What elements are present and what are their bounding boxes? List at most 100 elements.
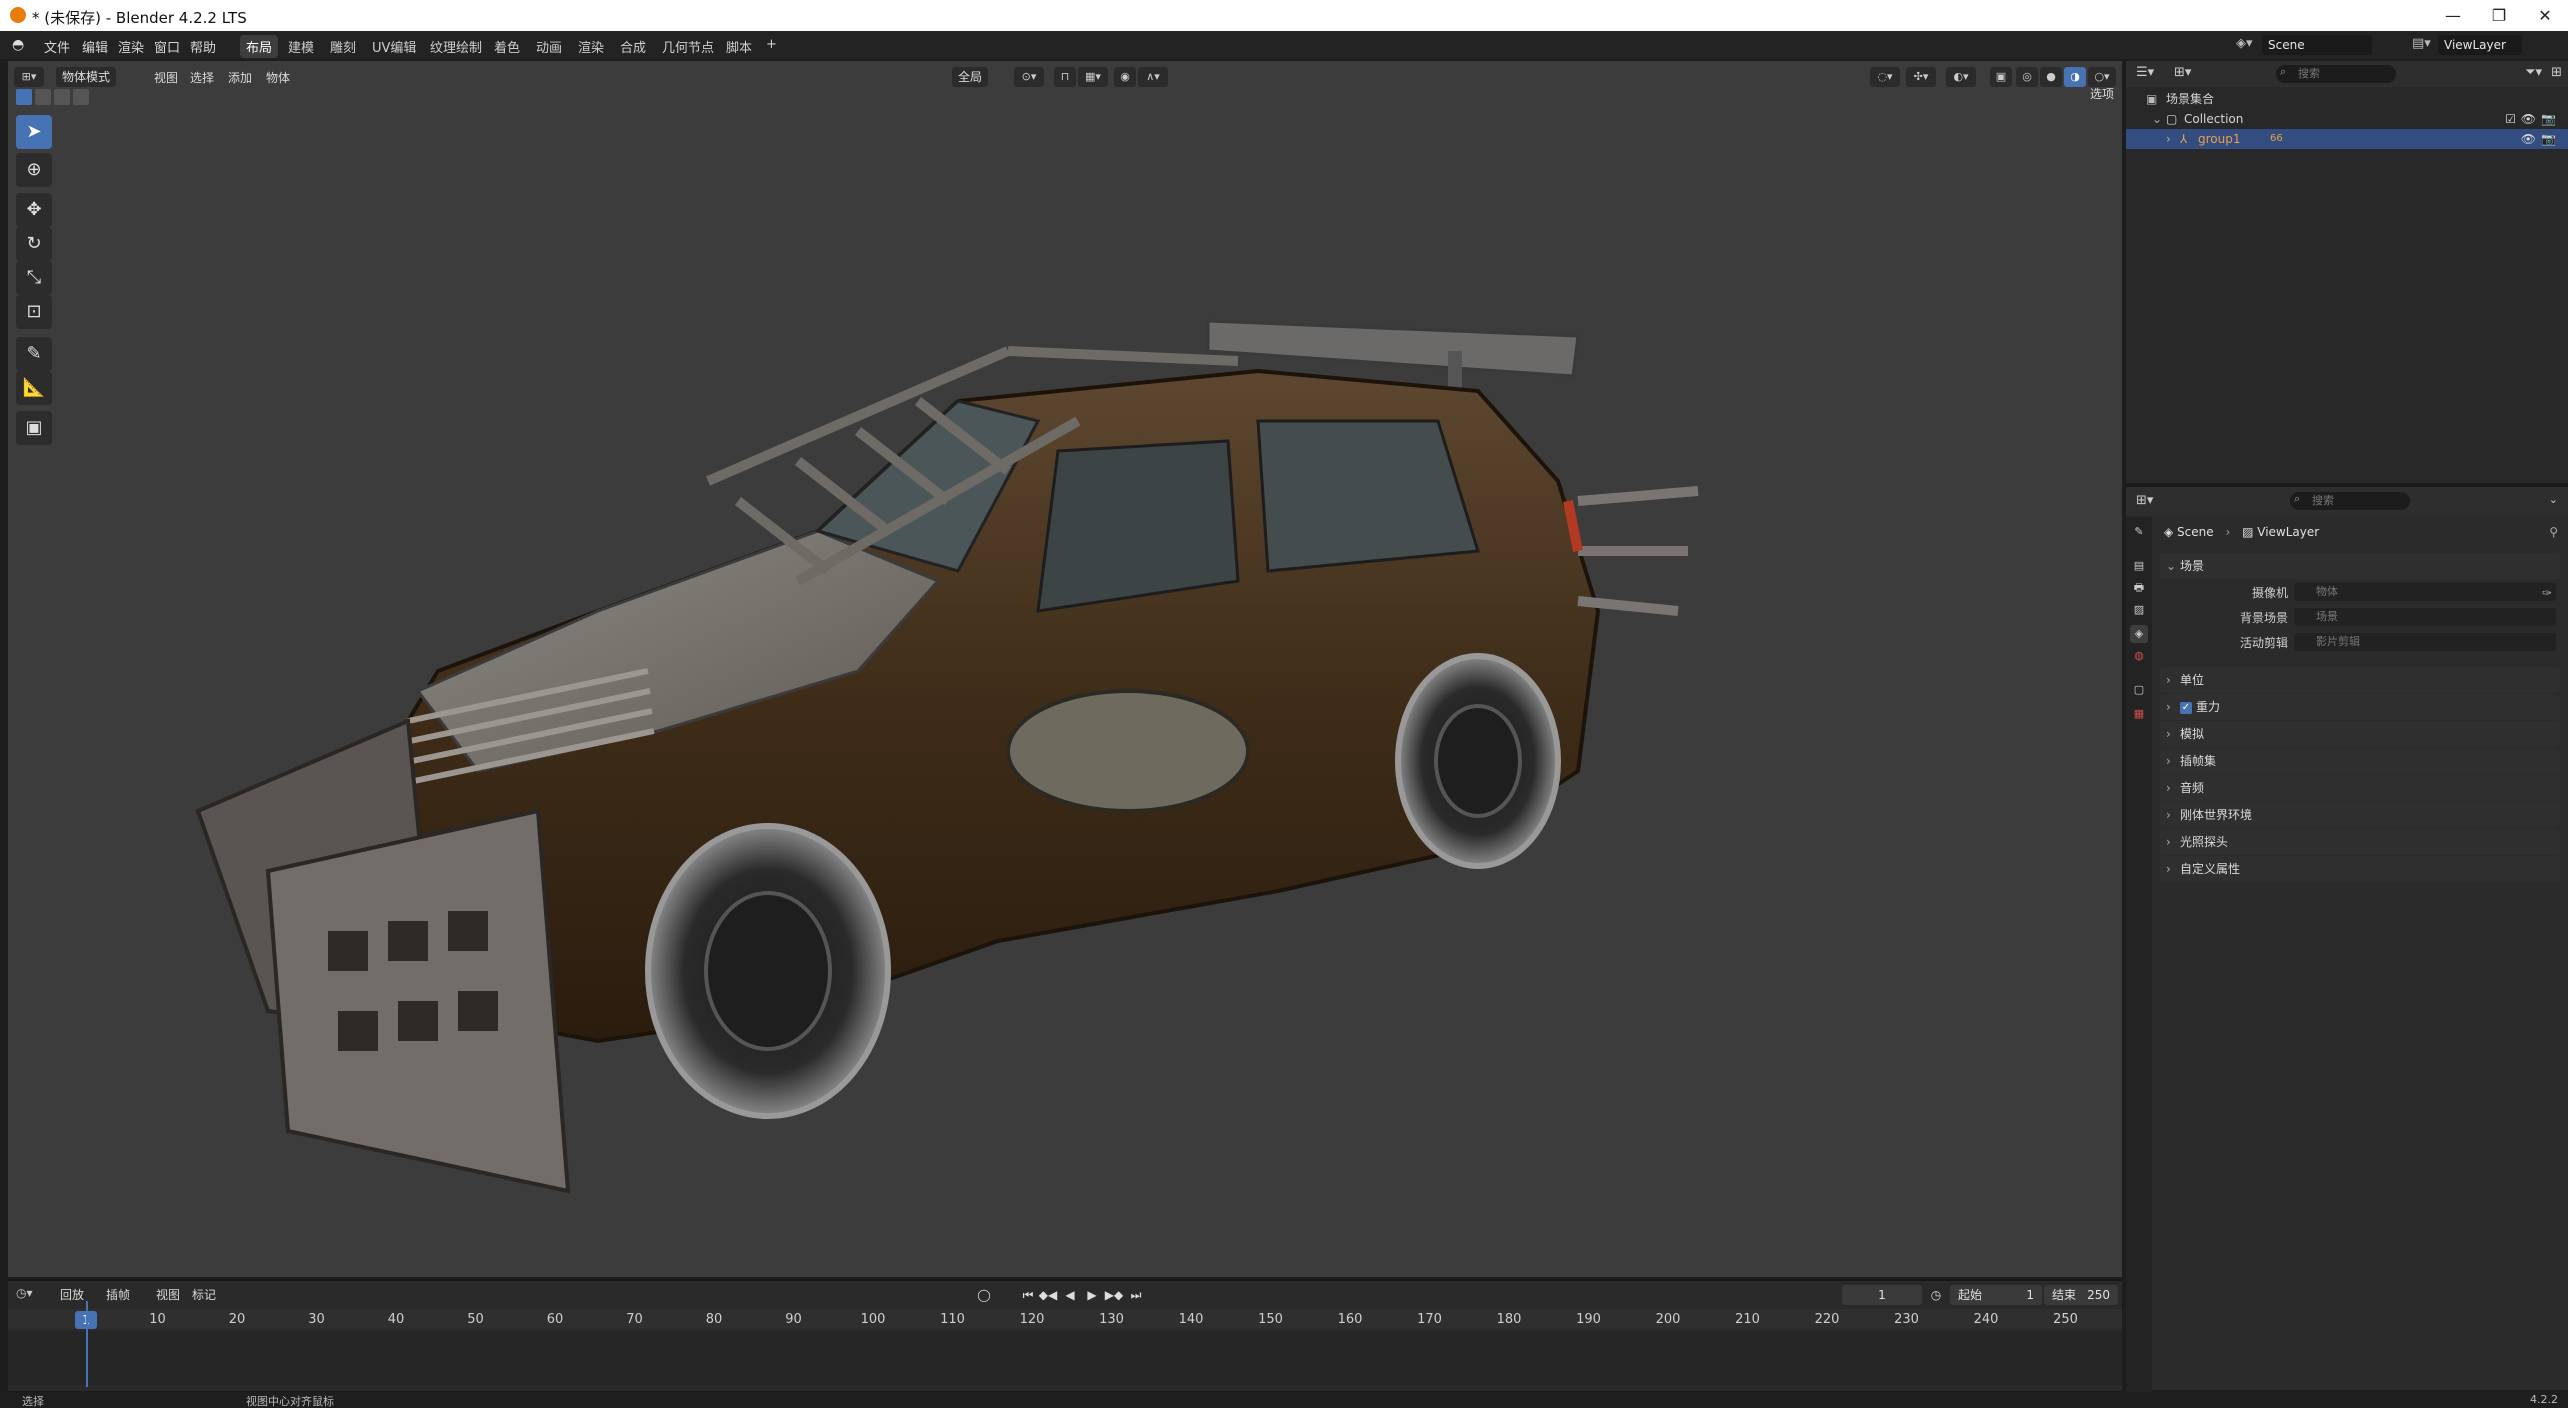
viewport-menu-view[interactable]: 视图	[154, 69, 178, 86]
outliner-row-scene-collection[interactable]: ▣ 场景集合	[2126, 89, 2568, 109]
background-scene-field[interactable]: 场景	[2294, 608, 2556, 626]
pin-icon[interactable]: ⚲	[2549, 525, 2558, 539]
annotate-tool-icon[interactable]: ✎	[16, 337, 52, 371]
timeline-menu-keying[interactable]: 插帧	[106, 1286, 130, 1303]
snap-icon[interactable]: ⊓	[1054, 67, 1076, 87]
frame-ruler[interactable]: 1 10203040506070809010011012013014015016…	[8, 1309, 2122, 1329]
render-tab-icon[interactable]: ▤	[2130, 557, 2148, 575]
move-tool-icon[interactable]: ✥	[16, 193, 52, 227]
display-mode-icon[interactable]: ⊞▾	[2174, 65, 2191, 80]
snap-target-icon[interactable]: ▦▾	[1078, 67, 1108, 87]
viewport-menu-object[interactable]: 物体	[266, 69, 290, 86]
timeline-editor-type-icon[interactable]: ◷▾	[16, 1286, 33, 1300]
xray-icon[interactable]: ▣	[1990, 67, 2012, 87]
play-icon[interactable]: ▶	[1082, 1285, 1102, 1305]
texture-tab-icon[interactable]: ▦	[2130, 705, 2148, 723]
outliner-row-group1[interactable]: › ⅄ group1 66 👁 📷	[2126, 129, 2568, 149]
wireframe-shading-icon[interactable]: ◎	[2016, 67, 2038, 87]
jump-start-icon[interactable]: ⏮	[1018, 1285, 1038, 1305]
tab-uv-editing[interactable]: UV编辑	[366, 35, 422, 58]
viewport-menu-add[interactable]: 添加	[228, 69, 252, 86]
object-render-camera-icon[interactable]: 📷	[2541, 129, 2556, 149]
3d-viewport[interactable]: ⊞▾ 物体模式 视图 选择 添加 物体 全局 ⊙▾ ⊓ ▦▾ ◉ ∧▾ ◌▾ ✣…	[8, 61, 2122, 1277]
select-box-tool-icon[interactable]: ➤	[16, 115, 52, 149]
select-extend-icon[interactable]	[35, 89, 51, 105]
panel-units[interactable]: › 单位	[2160, 667, 2560, 693]
solid-shading-icon[interactable]: ●	[2040, 67, 2062, 87]
prev-keyframe-icon[interactable]: ◆◀	[1038, 1285, 1058, 1305]
properties-options-chevron-icon[interactable]: ⌄	[2549, 493, 2558, 506]
tab-texture-paint[interactable]: 纹理绘制	[424, 35, 488, 58]
current-frame-field[interactable]: 1	[1842, 1285, 1922, 1305]
cursor-tool-icon[interactable]: ⊕	[16, 153, 52, 187]
proportional-edit-icon[interactable]: ◉	[1114, 67, 1136, 87]
eyedropper-icon[interactable]: ✑	[2542, 583, 2552, 603]
end-frame-field[interactable]: 结束 250	[2044, 1285, 2118, 1305]
viewport-options-button[interactable]: 选项	[2090, 85, 2114, 102]
car-3d-model[interactable]	[178, 251, 1718, 1211]
outliner-search-input[interactable]: 搜索	[2276, 65, 2396, 83]
camera-field[interactable]: 物体	[2294, 583, 2556, 601]
tab-modeling[interactable]: 建模	[282, 35, 320, 58]
gizmo-icon[interactable]: ✣▾	[1906, 67, 1936, 87]
panel-light-probes[interactable]: › 光照探头	[2160, 829, 2560, 855]
pivot-point-icon[interactable]: ⊙▾	[1014, 67, 1044, 87]
add-cube-tool-icon[interactable]: ▣	[16, 411, 52, 445]
rotate-tool-icon[interactable]: ↻	[16, 227, 52, 261]
collapse-chevron-icon[interactable]: ⌄	[2152, 109, 2162, 129]
world-tab-icon[interactable]: ◍	[2130, 647, 2148, 665]
blender-menu-icon[interactable]: ◓	[12, 37, 24, 53]
editor-type-icon[interactable]: ⊞▾	[14, 67, 44, 87]
select-new-icon[interactable]	[16, 89, 32, 105]
menu-help[interactable]: 帮助	[190, 37, 216, 56]
panel-scene[interactable]: ⌄ 场景	[2160, 553, 2560, 579]
object-visibility-eye-icon[interactable]: 👁	[2521, 129, 2536, 149]
scale-tool-icon[interactable]: ⤡	[16, 261, 52, 295]
timeline-track-area[interactable]	[8, 1331, 2122, 1385]
menu-window[interactable]: 窗口	[154, 37, 180, 56]
outliner-editor-type-icon[interactable]: ☰▾	[2136, 65, 2154, 80]
filter-icon[interactable]: ⏷▾	[2525, 65, 2542, 80]
tool-tab-icon[interactable]: ✎	[2130, 523, 2148, 541]
properties-search-input[interactable]: 搜索	[2290, 492, 2410, 510]
menu-file[interactable]: 文件	[44, 37, 70, 56]
output-tab-icon[interactable]: 🖶	[2130, 579, 2148, 597]
tab-scripting[interactable]: 脚本	[720, 35, 758, 58]
scene-tab-icon[interactable]: ◈	[2130, 625, 2148, 643]
playhead-line[interactable]	[86, 1301, 88, 1387]
minimize-button[interactable]: —	[2430, 0, 2476, 31]
timeline-menu-view[interactable]: 视图	[156, 1286, 180, 1303]
view-layer-selector[interactable]: ViewLayer	[2438, 35, 2522, 55]
properties-editor[interactable]: ⊞▾ 搜索 ⌕ ⌄ ✎ ▤ 🖶 ▨ ◈ ◍ ▢ ▦ ◈ Scene › ▨ Vi…	[2126, 485, 2568, 1392]
close-button[interactable]: ✕	[2522, 0, 2568, 31]
tab-layout[interactable]: 布局	[240, 35, 279, 58]
scene-selector[interactable]: Scene	[2262, 35, 2372, 55]
tab-compositing[interactable]: 合成	[614, 35, 652, 58]
menu-edit[interactable]: 编辑	[82, 37, 108, 56]
tab-rendering[interactable]: 渲染	[572, 35, 610, 58]
play-reverse-icon[interactable]: ◀	[1060, 1285, 1080, 1305]
auto-keying-icon[interactable]: ◯	[974, 1285, 994, 1305]
panel-rigid-body-world[interactable]: › 刚体世界环境	[2160, 802, 2560, 828]
measure-tool-icon[interactable]: 📐	[16, 371, 52, 405]
rendered-shading-icon[interactable]: ○▾	[2088, 67, 2116, 87]
preview-range-icon[interactable]: ◷	[1926, 1285, 1946, 1305]
exclude-checkbox-icon[interactable]: ☑	[2505, 109, 2516, 129]
panel-custom-properties[interactable]: › 自定义属性	[2160, 856, 2560, 882]
menu-render[interactable]: 渲染	[118, 37, 144, 56]
next-keyframe-icon[interactable]: ▶◆	[1104, 1285, 1124, 1305]
start-frame-field[interactable]: 起始 1	[1950, 1285, 2042, 1305]
new-collection-icon[interactable]: ⊞	[2551, 65, 2562, 80]
add-workspace-button[interactable]: +	[760, 35, 783, 54]
outliner-panel[interactable]: ☰▾ ⊞▾ 搜索 ⌕ ⏷▾ ⊞ ▣ 场景集合 ⌄ ▢ Collection ☑ …	[2126, 61, 2568, 483]
jump-end-icon[interactable]: ⏭	[1126, 1285, 1146, 1305]
overlays-icon[interactable]: ◐▾	[1946, 67, 1976, 87]
transform-tool-icon[interactable]: ⊡	[16, 295, 52, 329]
material-shading-icon[interactable]: ◑	[2064, 67, 2086, 87]
visibility-icon[interactable]: ◌▾	[1870, 67, 1900, 87]
timeline-editor[interactable]: ◷▾ 回放 插帧 视图 标记 ◯ ⏮ ◆◀ ◀ ▶ ▶◆ ⏭ 1 ◷ 起始 1 …	[8, 1279, 2122, 1391]
outliner-row-collection[interactable]: ⌄ ▢ Collection ☑ 👁 📷	[2126, 109, 2568, 129]
tab-sculpting[interactable]: 雕刻	[324, 35, 362, 58]
timeline-menu-playback[interactable]: 回放	[60, 1286, 84, 1303]
properties-editor-type-icon[interactable]: ⊞▾	[2136, 493, 2153, 508]
